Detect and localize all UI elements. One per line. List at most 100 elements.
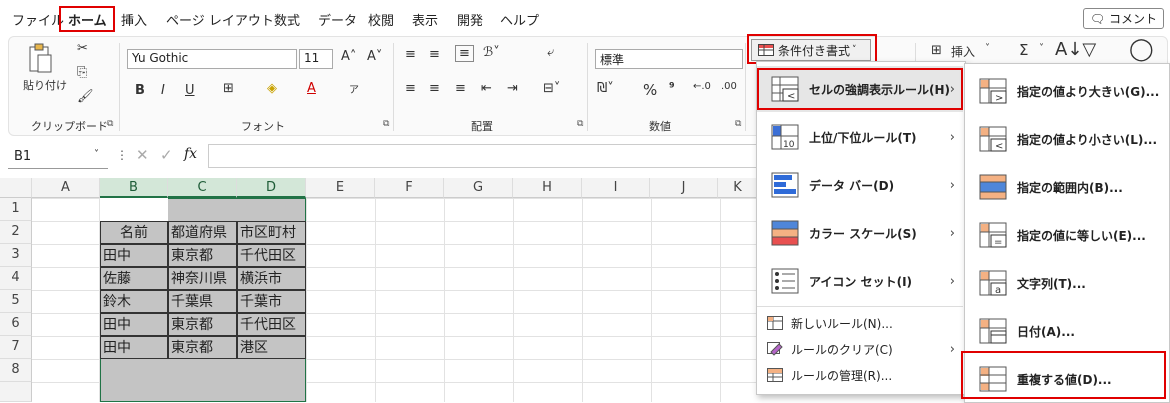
menu-item-clear-rules[interactable]: ルールのクリア(C) › <box>757 336 963 362</box>
format-painter-icon[interactable]: 🖌 <box>77 89 94 104</box>
submenu-item-greater-than[interactable]: > 指定の値より大きい(G)... <box>965 68 1167 114</box>
tab-formulas[interactable]: 数式 <box>274 10 300 29</box>
row-header[interactable] <box>0 382 32 402</box>
increase-indent-icon[interactable]: ⇥ <box>507 81 518 96</box>
row-header[interactable]: 3 <box>0 244 32 267</box>
tab-view[interactable]: 表示 <box>412 10 438 29</box>
column-header[interactable]: D <box>237 178 306 198</box>
align-top-icon[interactable]: ≡ <box>405 47 416 62</box>
alignment-launcher-icon[interactable]: ⧉ <box>577 119 583 129</box>
insert-cells-icon[interactable]: ⊞ <box>931 43 942 58</box>
font-name-select[interactable]: Yu Gothic <box>127 49 297 69</box>
table-cell[interactable]: 佐藤 <box>100 267 168 290</box>
number-launcher-icon[interactable]: ⧉ <box>735 119 741 129</box>
column-header[interactable]: B <box>100 178 168 198</box>
font-color-icon[interactable]: A <box>307 81 316 96</box>
cut-icon[interactable]: ✂ <box>77 41 88 56</box>
font-launcher-icon[interactable]: ⧉ <box>383 119 389 129</box>
tab-file[interactable]: ファイル <box>12 10 64 29</box>
column-a-cells[interactable] <box>32 198 100 402</box>
cancel-icon[interactable]: ✕ <box>136 146 149 164</box>
row-header[interactable]: 2 <box>0 221 32 244</box>
row-header[interactable]: 5 <box>0 290 32 313</box>
orientation-icon[interactable]: ℬ˅ <box>483 45 500 60</box>
insert-cells-label[interactable]: 挿入 <box>951 43 975 60</box>
row-header[interactable]: 7 <box>0 336 32 359</box>
row-header[interactable]: 6 <box>0 313 32 336</box>
number-format-select[interactable]: 標準 <box>595 49 743 69</box>
align-center-icon[interactable]: ≡ <box>429 81 440 96</box>
table-cell[interactable]: 都道府県 <box>168 221 237 244</box>
table-cell[interactable]: 東京都 <box>168 313 237 336</box>
font-size-select[interactable]: 11 <box>299 49 333 69</box>
percent-button[interactable]: % <box>643 81 657 99</box>
column-header[interactable]: K <box>718 178 758 198</box>
table-cell[interactable]: 東京都 <box>168 244 237 267</box>
table-cell[interactable]: 鈴木 <box>100 290 168 313</box>
table-cell[interactable]: 千代田区 <box>237 244 306 267</box>
insert-function-button[interactable]: fx <box>184 146 197 162</box>
row-header[interactable]: 1 <box>0 198 32 221</box>
phonetic-icon[interactable]: ア <box>349 81 359 96</box>
underline-button[interactable]: U <box>185 83 195 98</box>
borders-icon[interactable]: ⊞ <box>223 81 234 96</box>
column-header[interactable]: H <box>513 178 582 198</box>
decrease-decimal-icon[interactable]: .00 <box>721 81 737 92</box>
enter-icon[interactable]: ✓ <box>160 146 173 164</box>
increase-decimal-icon[interactable]: ←.0 <box>693 81 711 92</box>
column-header[interactable]: F <box>375 178 444 198</box>
menu-item-top-bottom-rules[interactable]: 10 上位/下位ルール(T) › <box>757 114 963 160</box>
table-cell[interactable]: 田中 <box>100 244 168 267</box>
find-select-icon[interactable]: ◯ <box>1129 37 1154 62</box>
column-header[interactable]: A <box>32 178 100 198</box>
comment-button[interactable]: 🗨 コメント <box>1082 8 1164 29</box>
table-cell[interactable]: 神奈川県 <box>168 267 237 290</box>
grow-font-icon[interactable]: A˄ <box>341 49 356 64</box>
active-cell[interactable] <box>100 198 168 221</box>
paste-label[interactable]: 貼り付け <box>23 77 67 93</box>
tab-data[interactable]: データ <box>318 10 357 29</box>
select-all-corner[interactable] <box>0 178 32 198</box>
menu-item-icon-sets[interactable]: アイコン セット(I) › <box>757 258 963 304</box>
menu-item-color-scales[interactable]: カラー スケール(S) › <box>757 210 963 256</box>
submenu-item-between[interactable]: 指定の範囲内(B)... <box>965 164 1167 210</box>
submenu-item-text-contains[interactable]: a 文字列(T)... <box>965 260 1167 306</box>
row-header[interactable]: 8 <box>0 359 32 382</box>
align-middle-icon[interactable]: ≡ <box>429 47 440 62</box>
table-cell[interactable]: 市区町村 <box>237 221 306 244</box>
submenu-item-less-than[interactable]: < 指定の値より小さい(L)... <box>965 116 1167 162</box>
chevron-down-icon[interactable]: ˅ <box>985 43 990 54</box>
table-cell[interactable]: 千葉市 <box>237 290 306 313</box>
table-cell[interactable]: 千葉県 <box>168 290 237 313</box>
table-cell[interactable]: 名前 <box>100 221 168 244</box>
align-right-icon[interactable]: ≡ <box>455 81 466 96</box>
menu-item-new-rule[interactable]: 新しいルール(N)... <box>757 310 963 336</box>
column-header[interactable]: C <box>168 178 237 198</box>
italic-button[interactable]: I <box>161 83 165 98</box>
column-header[interactable]: G <box>444 178 513 198</box>
align-left-icon[interactable]: ≡ <box>405 81 416 96</box>
merge-center-icon[interactable]: ⊟˅ <box>543 81 560 96</box>
align-bottom-icon[interactable]: ≡ <box>455 45 474 62</box>
shrink-font-icon[interactable]: A˅ <box>367 49 382 64</box>
tab-help[interactable]: ヘルプ <box>500 10 539 29</box>
autosum-button[interactable]: Σ <box>1019 41 1028 59</box>
comma-button[interactable]: ⁹ <box>669 81 675 96</box>
chevron-down-icon[interactable]: ˅ <box>1039 43 1044 54</box>
row-header[interactable]: 4 <box>0 267 32 290</box>
column-header[interactable]: J <box>650 178 718 198</box>
tab-insert[interactable]: 挿入 <box>121 10 147 29</box>
column-header[interactable]: E <box>306 178 375 198</box>
table-cell[interactable]: 横浜市 <box>237 267 306 290</box>
tab-page-layout[interactable]: ページ レイアウト <box>166 10 274 29</box>
table-cell[interactable]: 東京都 <box>168 336 237 359</box>
clipboard-launcher-icon[interactable]: ⧉ <box>107 119 113 129</box>
bold-button[interactable]: B <box>135 83 145 98</box>
table-cell[interactable]: 港区 <box>237 336 306 359</box>
table-cell[interactable]: 田中 <box>100 313 168 336</box>
submenu-item-date-occurring[interactable]: 日付(A)... <box>965 308 1167 354</box>
menu-item-data-bars[interactable]: データ バー(D) › <box>757 162 963 208</box>
decrease-indent-icon[interactable]: ⇤ <box>481 81 492 96</box>
copy-icon[interactable]: ⎘ <box>77 65 87 80</box>
fill-color-icon[interactable]: ◈ <box>267 81 277 96</box>
